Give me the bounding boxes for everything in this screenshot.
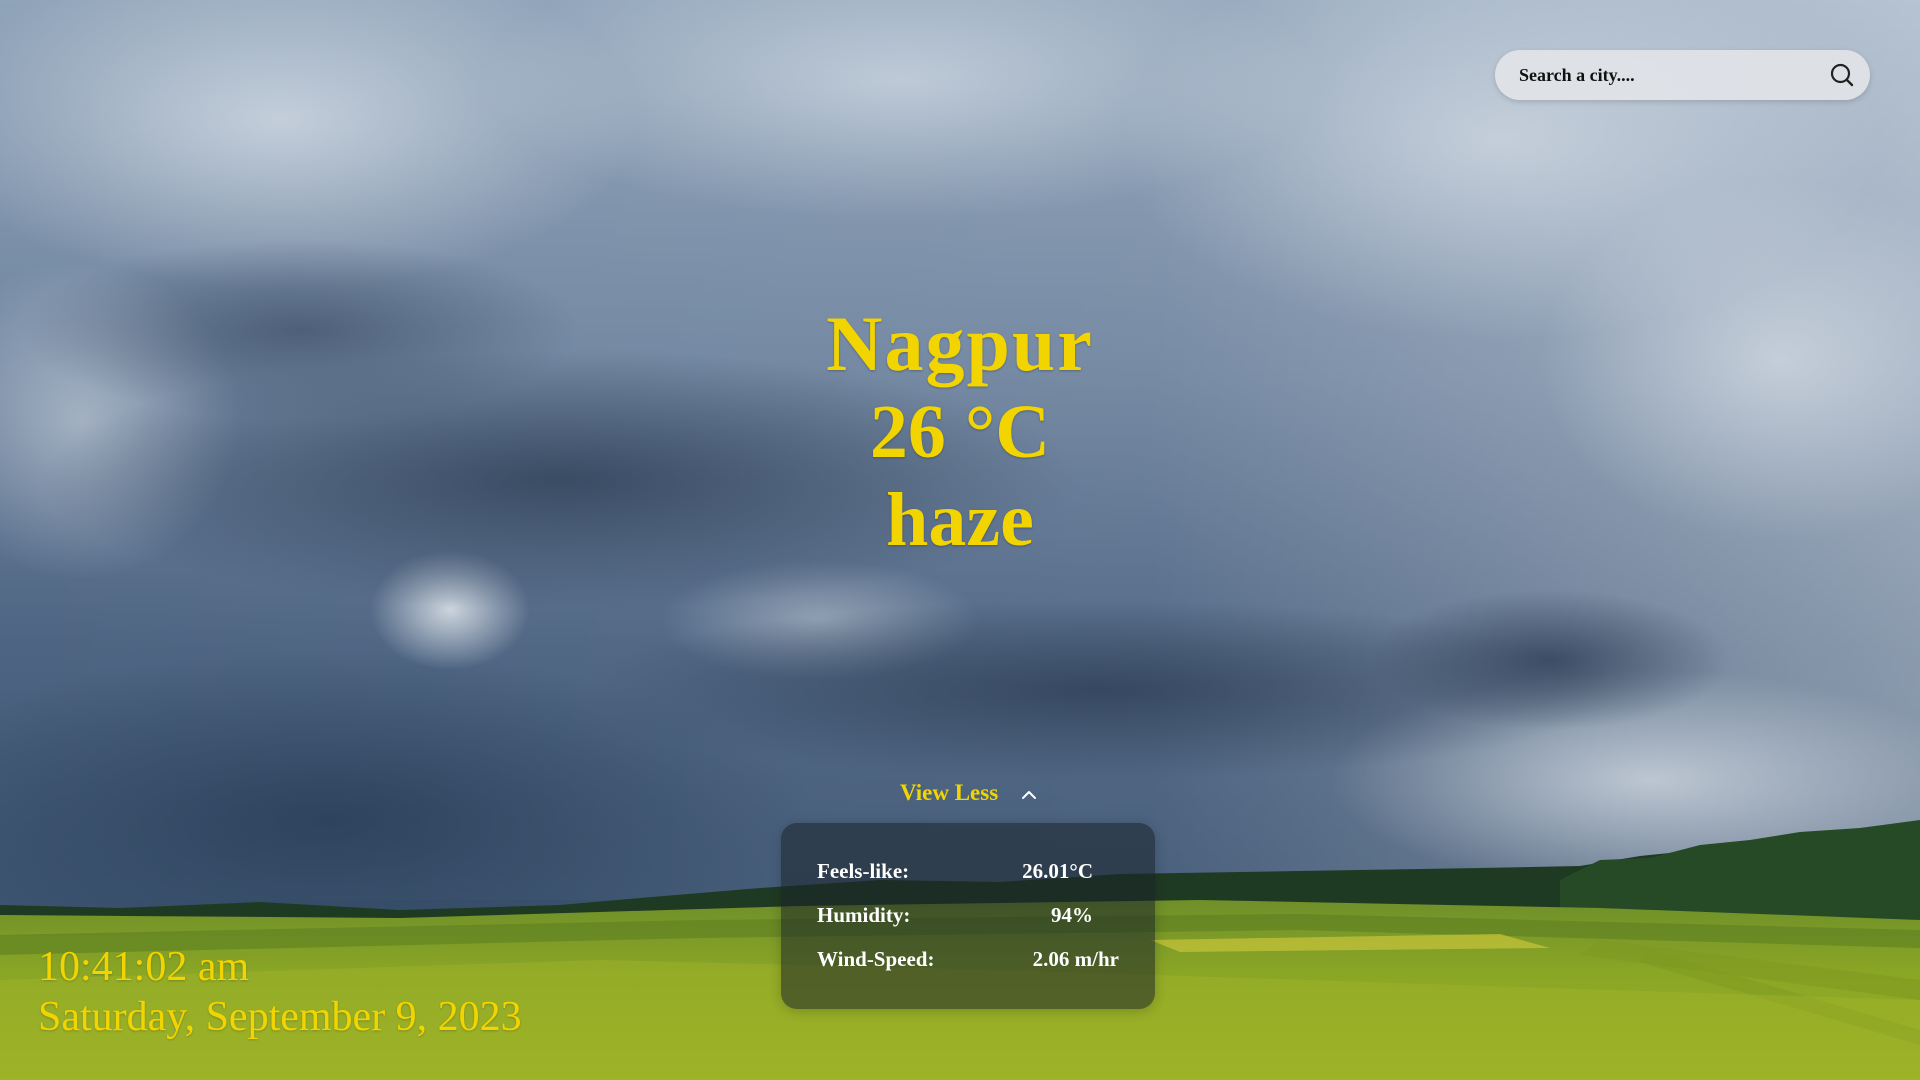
view-less-label: View Less (900, 780, 999, 805)
city-name: Nagpur (826, 300, 1094, 387)
weather-details-card: Feels-like: 26.01°C Humidity: 94% Wind-S… (781, 823, 1155, 1009)
temperature: 26 °C (869, 390, 1051, 474)
current-time: 10:41:02 am (38, 944, 250, 990)
feels-like-label: Feels-like: (817, 859, 910, 883)
view-less-toggle[interactable]: View Less (900, 778, 1060, 808)
feels-like-value: 26.01°C (1022, 859, 1093, 883)
search-icon[interactable] (1828, 61, 1856, 89)
humidity-row: Humidity: 94% (817, 903, 1117, 933)
wind-speed-value: 2.06 m/hr (1032, 947, 1119, 971)
search-input[interactable] (1519, 50, 1809, 100)
datetime-display: 10:41:02 am Saturday, September 9, 2023 (38, 942, 522, 1042)
weather-description: haze (886, 478, 1034, 562)
wind-speed-row: Wind-Speed: 2.06 m/hr (817, 947, 1119, 977)
humidity-label: Humidity: (817, 903, 911, 927)
current-weather: Nagpur 26 °C haze (660, 300, 1260, 564)
feels-like-row: Feels-like: 26.01°C (817, 859, 1117, 889)
search-bar (1495, 50, 1870, 100)
wind-speed-label: Wind-Speed: (817, 947, 935, 971)
current-date: Saturday, September 9, 2023 (38, 994, 522, 1040)
humidity-value: 94% (1051, 903, 1093, 927)
chevron-up-icon (1020, 784, 1038, 802)
